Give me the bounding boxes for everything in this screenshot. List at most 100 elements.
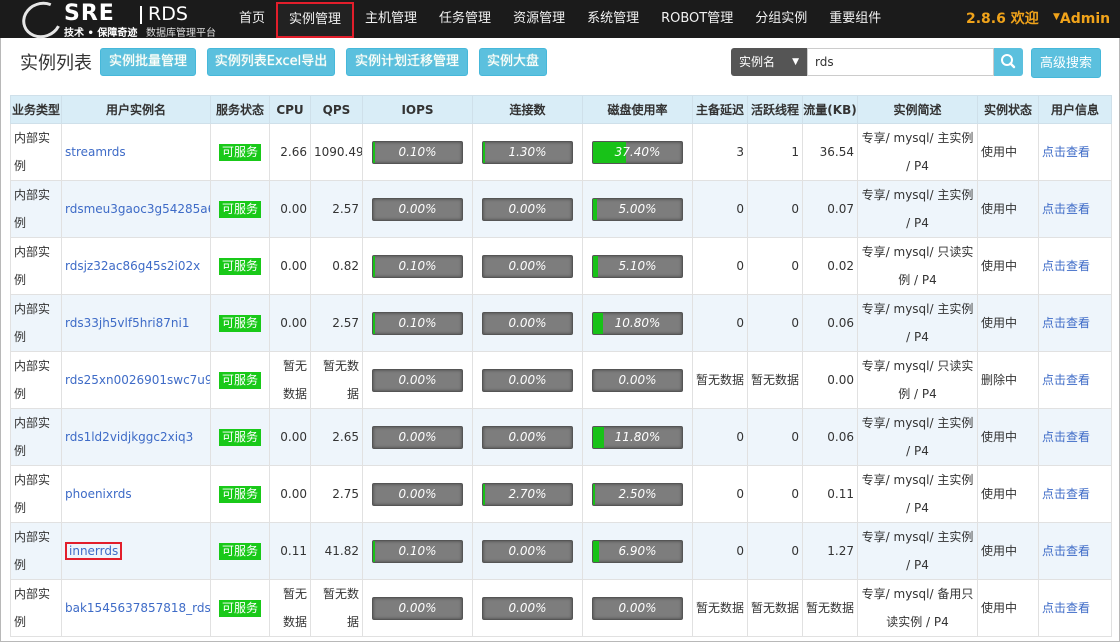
disk-usage-progress: 5.00%: [592, 197, 683, 221]
caret-down-icon: ▼: [1053, 12, 1060, 22]
nav-item-4[interactable]: 资源管理: [502, 0, 576, 38]
user-info-cell: 点击查看: [1038, 579, 1112, 637]
export-excel-button[interactable]: 实例列表Excel导出: [207, 48, 335, 76]
status-badge: 可服务: [218, 144, 261, 161]
iops: 0.00%: [362, 408, 473, 466]
connections: 0.00%: [472, 522, 583, 580]
qps-cell: 2.65: [310, 408, 363, 466]
status-badge: 可服务: [218, 486, 261, 503]
replication-delay-cell: 0: [692, 180, 748, 238]
connections-text: 0.00%: [508, 258, 547, 273]
nav-item-8[interactable]: 重要组件: [818, 0, 892, 38]
instance-description-cell: 专享/ mysql/ 只读实例 / P4: [857, 351, 978, 409]
table-row: 内部实例 streamrds 可服务 2.66 1090.49 0.10% 1.30% 37.…: [10, 123, 1112, 181]
disk-usage-progress: 37.40%: [592, 140, 683, 164]
nav-item-7[interactable]: 分组实例: [744, 0, 818, 38]
instance-description-cell: 专享/ mysql/ 主实例 / P4: [857, 180, 978, 238]
instance-description-cell: 专享/ mysql/ 只读实例 / P4: [857, 237, 978, 295]
nav-item-6[interactable]: ROBOT管理: [650, 0, 744, 38]
connections-text: 0.00%: [508, 429, 547, 444]
user-info-cell: 点击查看: [1038, 522, 1112, 580]
connections: 1.30%: [472, 123, 583, 181]
view-user-info-link[interactable]: 点击查看: [1042, 430, 1090, 444]
view-user-info-link[interactable]: 点击查看: [1042, 601, 1090, 615]
view-user-info-link[interactable]: 点击查看: [1042, 145, 1090, 159]
cpu-cell: 0.00: [269, 408, 311, 466]
instance-name-link[interactable]: streamrds: [65, 145, 126, 159]
disk-usage-progress: 10.80%: [592, 311, 683, 335]
instance-name-link[interactable]: rds25xn0026901swc7u9: [65, 373, 210, 387]
view-user-info-link[interactable]: 点击查看: [1042, 316, 1090, 330]
business-type-cell: 内部实例: [10, 123, 62, 181]
connections: 0.00%: [472, 180, 583, 238]
service-status-cell: 可服务: [210, 522, 270, 580]
cpu-cell: 0.00: [269, 237, 311, 295]
connections-text: 0.00%: [508, 201, 547, 216]
active-threads-cell: 1: [747, 123, 803, 181]
iops-progress: 0.00%: [372, 368, 463, 392]
instance-name-link[interactable]: rds1ld2vidjkggc2xiq3: [65, 430, 193, 444]
instance-name-cell: rdsmeu3gaoc3g54285a6: [61, 180, 211, 238]
connections: 0.00%: [472, 237, 583, 295]
nav-item-0[interactable]: 首页: [228, 0, 276, 38]
instance-name-link[interactable]: innerrds: [65, 542, 123, 560]
instance-state-cell: 使用中: [977, 579, 1039, 637]
connections-progress: 0.00%: [482, 596, 573, 620]
connections-progress: 0.00%: [482, 425, 573, 449]
user-menu[interactable]: ▼Admin: [1053, 0, 1110, 38]
view-user-info-link[interactable]: 点击查看: [1042, 373, 1090, 387]
column-header: 流量(KB): [802, 95, 858, 124]
table-row: 内部实例 innerrds 可服务 0.11 41.82 0.10% 0.00% 6.90% 0…: [10, 522, 1112, 580]
traffic-cell: 36.54: [802, 123, 858, 181]
view-user-info-link[interactable]: 点击查看: [1042, 259, 1090, 273]
table-header-row: 业务类型 用户实例名 服务状态 CPU QPS IOPS 连接数 磁盘使用率 主备延迟 活跃线程流…: [10, 95, 1112, 124]
view-user-info-link[interactable]: 点击查看: [1042, 202, 1090, 216]
nav-item-3[interactable]: 任务管理: [428, 0, 502, 38]
advanced-search-button[interactable]: 高级搜索: [1031, 48, 1101, 78]
instance-dashboard-button[interactable]: 实例大盘: [479, 48, 547, 76]
column-header: 业务类型: [10, 95, 62, 124]
connections-text: 1.30%: [508, 144, 547, 159]
search-field-select[interactable]: 实例名 ▼: [731, 48, 807, 76]
traffic-cell: 0.02: [802, 237, 858, 295]
replication-delay-cell: 0: [692, 522, 748, 580]
nav-item-1[interactable]: 实例管理: [276, 2, 355, 38]
active-threads-cell: 0: [747, 180, 803, 238]
service-status-cell: 可服务: [210, 123, 270, 181]
instance-description-cell: 专享/ mysql/ 主实例 / P4: [857, 522, 978, 580]
nav-item-2[interactable]: 主机管理: [354, 0, 428, 38]
view-user-info-link[interactable]: 点击查看: [1042, 544, 1090, 558]
iops-text: 0.00%: [398, 600, 437, 615]
logo[interactable]: SRE RDS 技术 • 保障奇迹 数据库管理平台: [0, 0, 230, 44]
instance-name-link[interactable]: rds33jh5vlf5hri87ni1: [65, 316, 189, 330]
connections-progress: 0.00%: [482, 368, 573, 392]
business-type-cell: 内部实例: [10, 294, 62, 352]
service-status-cell: 可服务: [210, 180, 270, 238]
user-name: Admin: [1059, 11, 1111, 27]
disk-usage-progress: 0.00%: [592, 368, 683, 392]
migrate-plan-button[interactable]: 实例计划迁移管理: [346, 48, 468, 76]
instance-name-link[interactable]: phoenixrds: [65, 487, 132, 501]
iops: 0.10%: [362, 237, 473, 295]
status-badge: 可服务: [218, 258, 261, 275]
instance-state-cell: 使用中: [977, 237, 1039, 295]
instance-name-link[interactable]: rdsjz32ac86g45s2i02x: [65, 259, 200, 273]
search-button[interactable]: [994, 48, 1023, 76]
iops-text: 0.00%: [398, 372, 437, 387]
iops-progress: 0.00%: [372, 482, 463, 506]
disk-usage: 11.80%: [582, 408, 693, 466]
business-type-cell: 内部实例: [10, 408, 62, 466]
main-nav: 首页 实例管理 主机管理 任务管理 资源管理 系统管理 ROBOT管理 分组实例 重要组件: [228, 0, 892, 38]
instance-state-cell: 使用中: [977, 465, 1039, 523]
batch-manage-button[interactable]: 实例批量管理: [100, 48, 196, 76]
iops-progress: 0.10%: [372, 539, 463, 563]
column-header: 活跃线程: [747, 95, 803, 124]
nav-item-5[interactable]: 系统管理: [576, 0, 650, 38]
instance-name-link[interactable]: bak1545637857818_rds...: [65, 601, 210, 615]
version-welcome: 2.8.6 欢迎: [966, 11, 1039, 27]
view-user-info-link[interactable]: 点击查看: [1042, 487, 1090, 501]
status-badge: 可服务: [218, 543, 261, 560]
instance-name-link[interactable]: rdsmeu3gaoc3g54285a6: [65, 202, 210, 216]
table-row: 内部实例 phoenixrds 可服务 0.00 2.75 0.00% 2.70% 2.50%…: [10, 465, 1112, 523]
search-input[interactable]: [807, 48, 994, 76]
